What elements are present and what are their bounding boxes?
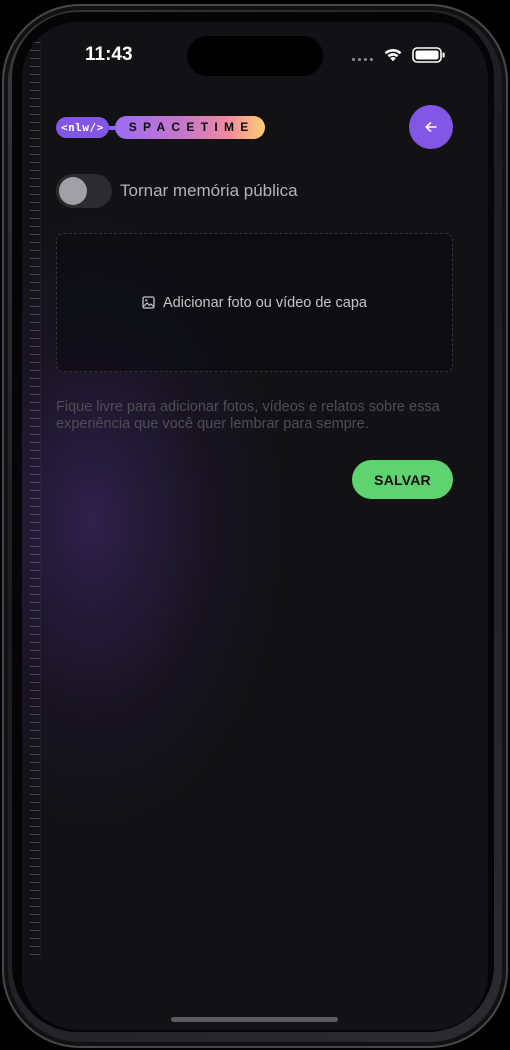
cellular-signal-icon — [352, 58, 373, 61]
cover-upload-label: Adicionar foto ou vídeo de capa — [163, 294, 367, 311]
battery-icon — [412, 47, 445, 63]
logo-spacetime-badge: SPACETIME — [114, 116, 265, 139]
back-button[interactable] — [409, 105, 453, 149]
arrow-left-icon — [425, 122, 437, 132]
image-icon — [142, 296, 155, 309]
memory-content-input[interactable]: Fique livre para adicionar fotos, vídeos… — [56, 399, 456, 433]
dynamic-island — [187, 36, 323, 76]
status-time: 11:43 — [85, 44, 133, 65]
app-screen: 11:43 <nlw/> SPACETIME Tornar memória pú… — [22, 22, 488, 1030]
logo-nlw-badge: <nlw/> — [56, 117, 109, 138]
logo-connector — [108, 125, 115, 130]
home-indicator — [171, 1017, 338, 1022]
public-memory-label: Tornar memória pública — [120, 181, 298, 200]
wifi-icon — [384, 48, 402, 62]
ruler-line — [40, 42, 41, 957]
ruler-stripes — [30, 42, 40, 957]
spacetime-logo: <nlw/> SPACETIME — [56, 116, 265, 139]
public-memory-toggle[interactable] — [56, 174, 112, 208]
save-button[interactable]: SALVAR — [352, 460, 453, 499]
cover-upload-button[interactable]: Adicionar foto ou vídeo de capa — [56, 233, 453, 372]
toggle-knob — [59, 177, 87, 205]
